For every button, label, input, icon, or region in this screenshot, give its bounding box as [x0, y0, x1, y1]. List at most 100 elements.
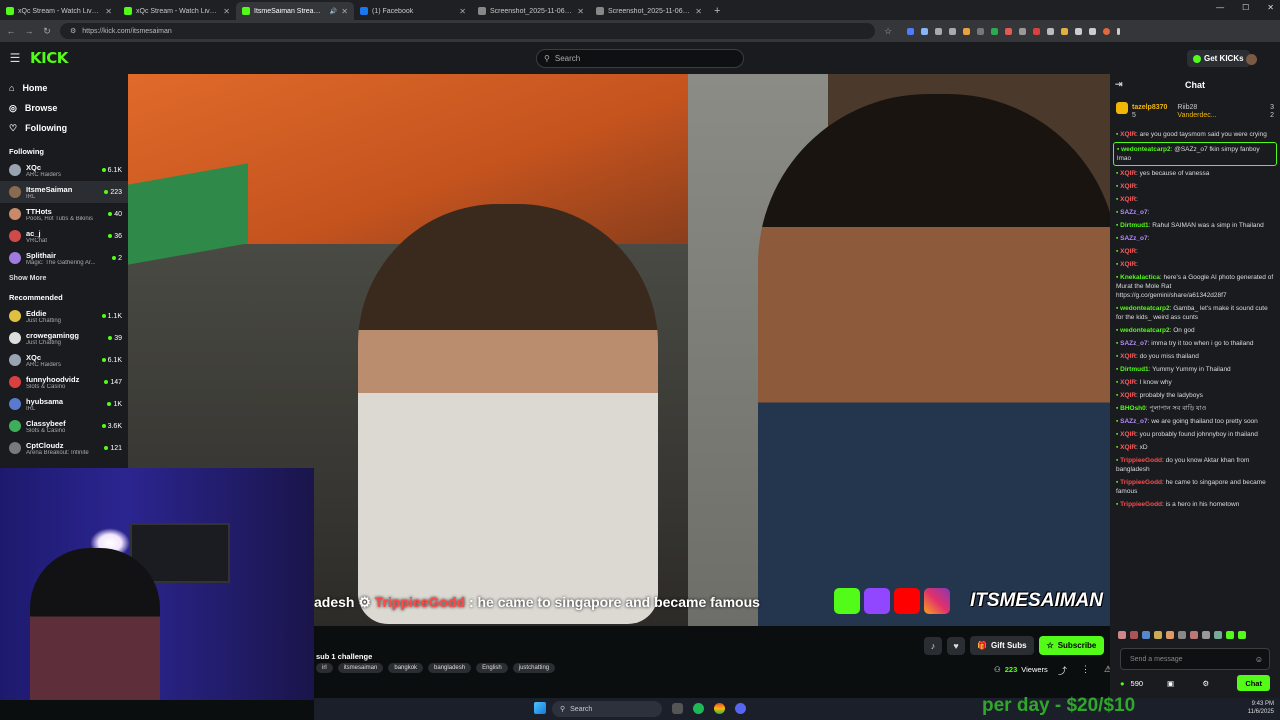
gift-icon[interactable]: ▣: [1167, 679, 1174, 688]
extension-icon[interactable]: [949, 27, 956, 35]
emote-icon[interactable]: [1190, 631, 1198, 639]
minimize-icon[interactable]: —: [1216, 3, 1224, 12]
emote-icon[interactable]: [1202, 631, 1210, 639]
chat-username[interactable]: TrippieeGodd: [1120, 457, 1162, 464]
chat-username[interactable]: SAZz_o7: [1120, 235, 1147, 242]
close-window-icon[interactable]: ✕: [1267, 3, 1274, 12]
emote-icon[interactable]: [1142, 631, 1150, 639]
sidebar-channel-eddie[interactable]: Eddie Just Chatting 1.1K: [0, 305, 128, 327]
extension-icon[interactable]: [907, 27, 914, 35]
chat-username[interactable]: SAZz_o7: [1120, 340, 1147, 347]
follow-heart-button[interactable]: ♥: [947, 636, 965, 655]
chrome-icon[interactable]: [714, 703, 725, 714]
emoji-picker-icon[interactable]: ☺: [1255, 655, 1263, 664]
chat-username[interactable]: XQIR: [1120, 261, 1136, 268]
extension-icon[interactable]: [935, 27, 942, 35]
chat-username[interactable]: SAZz_o7: [1120, 418, 1147, 425]
browser-menu-icon[interactable]: [1117, 27, 1120, 35]
collapse-chat-icon[interactable]: ⇥: [1115, 79, 1123, 90]
extension-icon[interactable]: [977, 27, 984, 35]
browser-tab[interactable]: xQc Stream - Watch Live on Kic✕: [0, 2, 118, 20]
sidebar-channel-xqc[interactable]: XQc ARC Raiders 6.1K: [0, 159, 128, 181]
browser-tab[interactable]: xQc Stream - Watch Live on Kic✕: [118, 2, 236, 20]
emote-icon[interactable]: [1178, 631, 1186, 639]
extension-icon[interactable]: [963, 27, 970, 35]
subscribe-button[interactable]: ☆ Subscribe: [1038, 636, 1105, 655]
maximize-icon[interactable]: ☐: [1242, 3, 1249, 12]
sidebar-channel-ac_j[interactable]: ac_j VRChat 36: [0, 225, 128, 247]
chat-username[interactable]: Dirtmud1: [1120, 366, 1149, 373]
leader-name[interactable]: tazelp8370: [1132, 104, 1167, 111]
spotify-icon[interactable]: [693, 703, 704, 714]
user-avatar[interactable]: [1246, 54, 1257, 65]
extension-icon[interactable]: [921, 27, 928, 35]
chat-username[interactable]: wedonteatcarp2: [1120, 305, 1170, 312]
channel-points[interactable]: 590: [1131, 679, 1144, 688]
stream-tag[interactable]: irl: [316, 663, 333, 673]
profile-avatar-icon[interactable]: [1103, 27, 1110, 35]
more-options-icon[interactable]: ⋮: [1081, 664, 1090, 677]
emote-icon[interactable]: [1118, 631, 1126, 639]
tab-audio-icon[interactable]: 🔊: [330, 8, 337, 15]
browser-tab[interactable]: (1) Facebook ✕: [354, 2, 472, 20]
show-more-link[interactable]: Show More: [0, 269, 128, 284]
leader-name[interactable]: Vanderdec...: [1177, 112, 1216, 119]
share-icon[interactable]: ⤴: [1058, 664, 1067, 677]
windows-start-icon[interactable]: [534, 702, 546, 714]
notification-bell-button[interactable]: ♪: [924, 636, 942, 655]
get-kicks-button[interactable]: Get KICKs: [1187, 50, 1250, 67]
extension-icon[interactable]: [1061, 27, 1068, 35]
sidebar-channel-tthots[interactable]: TTHots Pools, Hot Tubs & Bikinis 40: [0, 203, 128, 225]
emote-icon[interactable]: [1166, 631, 1174, 639]
extensions-menu-icon[interactable]: [1075, 27, 1082, 35]
chat-username[interactable]: Knekalactica: [1120, 274, 1160, 281]
close-tab-icon[interactable]: ✕: [223, 7, 230, 16]
settings-gear-icon[interactable]: ⚙: [1202, 679, 1209, 688]
extension-icon[interactable]: [1019, 27, 1026, 35]
gift-subs-button[interactable]: 🎁 Gift Subs: [970, 636, 1034, 655]
sidebar-nav-home[interactable]: ⌂ Home: [0, 78, 128, 98]
extension-icon[interactable]: [1047, 27, 1054, 35]
emote-icon[interactable]: [1214, 631, 1222, 639]
new-tab-icon[interactable]: +: [708, 2, 726, 20]
chat-username[interactable]: XQIR: [1120, 379, 1136, 386]
stream-tag[interactable]: justchatting: [512, 663, 556, 673]
chat-username[interactable]: XQIR: [1120, 196, 1136, 203]
chat-username[interactable]: Dirtmud1: [1120, 222, 1149, 229]
chat-username[interactable]: SAZz_o7: [1120, 209, 1147, 216]
chat-username[interactable]: XQIR: [1120, 183, 1136, 190]
discord-icon[interactable]: [735, 703, 746, 714]
chat-username[interactable]: XQIR: [1120, 392, 1136, 399]
chat-username[interactable]: wedonteatcarp2: [1121, 146, 1171, 153]
search-input[interactable]: ⚲ Search: [536, 49, 744, 68]
leader-name[interactable]: Riib28: [1177, 104, 1216, 111]
sidebar-channel-splithair[interactable]: Splithair Magic: The Gathering Ar... 2: [0, 247, 128, 269]
sidebar-channel-xqc[interactable]: XQc ARC Raiders 6.1K: [0, 349, 128, 371]
sidebar-nav-following[interactable]: ♡ Following: [0, 118, 128, 138]
chat-username[interactable]: TrippieeGodd: [1120, 479, 1162, 486]
sidebar-channel-crowegamingg[interactable]: crowegamingg Just Chatting 39: [0, 327, 128, 349]
chat-username[interactable]: XQIR: [1120, 431, 1136, 438]
stream-tag[interactable]: bangladesh: [428, 663, 472, 673]
close-tab-icon[interactable]: ✕: [459, 7, 466, 16]
menu-icon[interactable]: ☰: [0, 51, 30, 65]
extension-icon[interactable]: [1005, 27, 1012, 35]
chat-username[interactable]: XQIR: [1120, 444, 1136, 451]
back-icon[interactable]: ←: [6, 26, 16, 36]
file-explorer-icon[interactable]: [672, 703, 683, 714]
extension-icon[interactable]: [1033, 27, 1040, 35]
chat-username[interactable]: BHOsh0: [1120, 405, 1146, 412]
extension-icon[interactable]: [991, 27, 998, 35]
taskbar-search[interactable]: ⚲ Search: [552, 701, 662, 717]
chat-username[interactable]: XQIR: [1120, 131, 1136, 138]
site-info-icon[interactable]: ⚙: [70, 27, 76, 35]
stream-tag[interactable]: bangkok: [388, 663, 424, 673]
stream-tag[interactable]: English: [476, 663, 508, 673]
sidebar-channel-funnyhoodvidz[interactable]: funnyhoodvidz Slots & Casino 147: [0, 371, 128, 393]
chat-message-input[interactable]: Send a message ☺: [1120, 648, 1270, 670]
forward-icon[interactable]: →: [24, 26, 34, 36]
chat-username[interactable]: TrippieeGodd: [1120, 501, 1162, 508]
sidebar-channel-hyubsama[interactable]: hyubsama IRL 1K: [0, 393, 128, 415]
emote-icon[interactable]: [1154, 631, 1162, 639]
send-chat-button[interactable]: Chat: [1237, 675, 1270, 691]
